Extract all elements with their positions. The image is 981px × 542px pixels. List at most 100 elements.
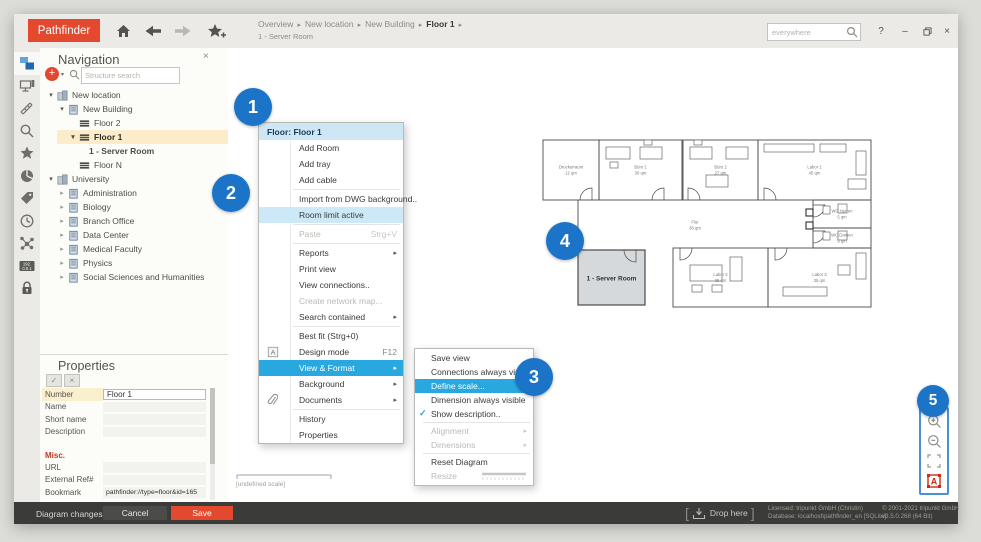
panel-close-icon[interactable]: ×: [203, 51, 209, 62]
sidebar-devices-icon[interactable]: [14, 75, 40, 98]
tree-item-new-building[interactable]: ▾New Building: [40, 102, 228, 116]
breadcrumb-item[interactable]: Floor 1: [426, 19, 454, 29]
properties-scrollbar[interactable]: [210, 388, 215, 500]
close-button[interactable]: ×: [939, 25, 955, 39]
sidebar-tools-icon[interactable]: [14, 97, 40, 120]
menu-item-import-from-dwg-background-[interactable]: Import from DWG background..: [259, 191, 403, 207]
add-node-button[interactable]: +: [45, 67, 59, 81]
expander-closed-icon[interactable]: ▸: [57, 217, 67, 225]
design-mode-icon[interactable]: A: [925, 472, 943, 490]
expander-open-icon[interactable]: ▾: [46, 91, 56, 99]
sidebar-search-icon[interactable]: [14, 120, 40, 143]
menu-item-reports[interactable]: Reports▸: [259, 245, 403, 261]
expander-closed-icon[interactable]: ▸: [57, 189, 67, 197]
tree-item-university[interactable]: ▾University: [40, 172, 228, 186]
expander-open-icon[interactable]: ▾: [57, 105, 67, 113]
menu-item-reset-diagram[interactable]: Reset Diagram: [415, 455, 533, 469]
menu-item-show-description-[interactable]: ✓Show description..: [415, 407, 533, 421]
menu-item-documents[interactable]: Documents▸: [259, 392, 403, 408]
tree-item-floor-1[interactable]: ▾Floor 1: [57, 130, 228, 144]
drop-download-icon: [692, 507, 706, 520]
sidebar-favorites-icon[interactable]: [14, 142, 40, 165]
sidebar-lock-icon[interactable]: [14, 277, 40, 300]
forward-arrow-icon[interactable]: [172, 22, 194, 40]
cancel-button[interactable]: Cancel: [103, 506, 167, 520]
tree-item-administration[interactable]: ▸Administration: [40, 186, 228, 200]
property-value[interactable]: [103, 462, 206, 473]
expander-closed-icon[interactable]: ▸: [57, 203, 67, 211]
tree-item-floor-2[interactable]: Floor 2: [40, 116, 228, 130]
menu-item-add-room[interactable]: Add Room: [259, 140, 403, 156]
furniture: [644, 140, 652, 145]
menu-item-background[interactable]: Background▸: [259, 376, 403, 392]
tree-item-data-center[interactable]: ▸Data Center: [40, 228, 228, 242]
sidebar-tags-icon[interactable]: [14, 187, 40, 210]
menu-item-best-fit-strg-0-[interactable]: Best fit (Strg+0): [259, 328, 403, 344]
tree-item-branch-office[interactable]: ▸Branch Office: [40, 214, 228, 228]
menu-item-add-tray[interactable]: Add tray: [259, 156, 403, 172]
property-value[interactable]: pathfinder://type=floor&id=165: [103, 487, 206, 498]
menu-item-room-limit-active[interactable]: Room limit active: [259, 207, 403, 223]
tree-item-1-server-room[interactable]: 1 - Server Room: [40, 144, 228, 158]
tree-item-label: Physics: [83, 258, 112, 268]
breadcrumb-item[interactable]: New location: [305, 19, 354, 29]
minimize-button[interactable]: –: [897, 25, 913, 39]
menu-item-view-connections-[interactable]: View connections..: [259, 277, 403, 293]
menu-item-history[interactable]: History: [259, 411, 403, 427]
property-value[interactable]: [103, 402, 206, 413]
tree-item-social-sciences-and-humanities[interactable]: ▸Social Sciences and Humanities: [40, 270, 228, 284]
tree-item-floor-n[interactable]: Floor N: [40, 158, 228, 172]
menu-item-add-cable[interactable]: Add cable: [259, 172, 403, 188]
tree-item-biology[interactable]: ▸Biology: [40, 200, 228, 214]
tree-item-physics[interactable]: ▸ Physics: [40, 256, 228, 270]
building-icon: [67, 103, 80, 115]
sidebar-topology-icon[interactable]: [14, 232, 40, 255]
expander-open-icon[interactable]: ▾: [68, 133, 78, 141]
menu-item-save-view[interactable]: Save view: [415, 351, 533, 365]
expander-open-icon[interactable]: ▾: [46, 175, 56, 183]
chevron-down-icon[interactable]: ▾: [61, 71, 64, 78]
expander-closed-icon[interactable]: ▸: [57, 259, 67, 267]
apply-properties-icon[interactable]: ✓: [46, 374, 62, 387]
fit-view-icon[interactable]: [925, 452, 943, 470]
menu-item-search-contained[interactable]: Search contained▸: [259, 309, 403, 325]
property-value[interactable]: [103, 414, 206, 425]
menu-item-dimension-always-visible[interactable]: Dimension always visible: [415, 393, 533, 407]
property-value[interactable]: [103, 427, 206, 438]
app-menu-button[interactable]: Pathfinder: [28, 19, 100, 42]
menu-item-design-mode[interactable]: ADesign modeF12: [259, 344, 403, 360]
menu-item-properties[interactable]: Properties: [259, 427, 403, 443]
property-value[interactable]: Floor 1: [103, 389, 206, 400]
tree-item-new-location[interactable]: ▾New location: [40, 88, 228, 102]
property-value[interactable]: [103, 475, 206, 486]
drop-here-target[interactable]: [ Drop here ]: [682, 505, 758, 521]
sidebar-history-icon[interactable]: [14, 210, 40, 233]
expander-closed-icon[interactable]: ▸: [57, 245, 67, 253]
breadcrumb-item[interactable]: New Building: [365, 19, 415, 29]
tree-item-medical-faculty[interactable]: ▸Medical Faculty: [40, 242, 228, 256]
search-icon[interactable]: [846, 26, 858, 38]
discard-properties-icon[interactable]: ×: [64, 374, 80, 387]
structure-search-input[interactable]: [81, 67, 180, 84]
back-arrow-icon[interactable]: [142, 22, 164, 40]
restore-button[interactable]: [919, 25, 935, 39]
floor-plan-drawing[interactable]: Druckerraum12 qmBüro 130 qmBüro 227 qmLa…: [540, 135, 880, 315]
expander-closed-icon[interactable]: ▸: [57, 231, 67, 239]
expander-closed-icon[interactable]: ▸: [57, 273, 67, 281]
sidebar-statistics-icon[interactable]: [14, 165, 40, 188]
zoom-out-icon[interactable]: [925, 432, 943, 450]
global-search-input[interactable]: [768, 27, 846, 38]
help-button[interactable]: ?: [873, 25, 889, 39]
add-favorite-icon[interactable]: [206, 22, 228, 40]
furniture: [823, 232, 830, 240]
home-icon[interactable]: [112, 22, 134, 40]
building-icon: [67, 243, 80, 255]
breadcrumb-item[interactable]: Overview: [258, 19, 293, 29]
sidebar-navigation-icon[interactable]: [14, 52, 40, 75]
menu-item-print-view[interactable]: Print view: [259, 261, 403, 277]
sidebar-ip-address-icon[interactable]: 192.0.0.1: [14, 255, 40, 278]
room-area-label: 5 qm: [837, 215, 847, 220]
menu-item-view-format[interactable]: View & Format▸: [259, 360, 403, 376]
room-area-label: 5 qm: [837, 239, 847, 244]
save-button[interactable]: Save: [171, 506, 233, 520]
